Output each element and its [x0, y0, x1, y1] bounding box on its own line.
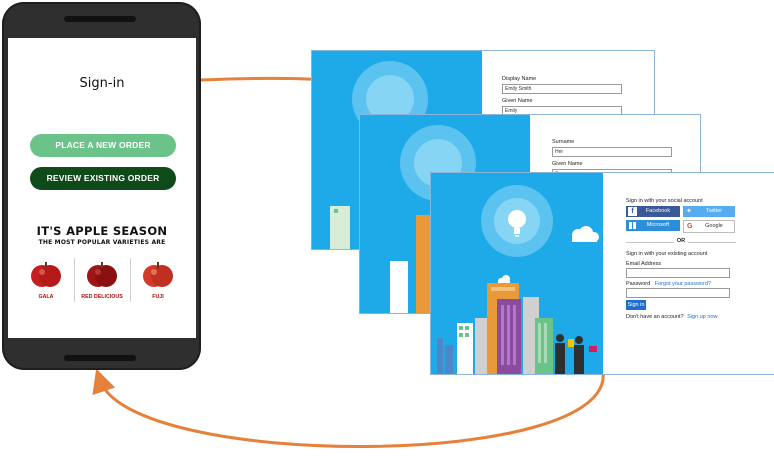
apple-label: RED DELICIOUS	[81, 294, 123, 300]
facebook-label: Facebook	[645, 208, 671, 214]
phone-device: Sign-in PLACE A NEW ORDER REVIEW EXISTIN…	[2, 2, 201, 370]
review-order-button[interactable]: REVIEW EXISTING ORDER	[30, 167, 176, 190]
twitter-icon: ✦	[686, 208, 692, 215]
arrow-back-to-app	[92, 368, 605, 449]
signin-button[interactable]: Sign in	[626, 300, 646, 310]
place-order-button[interactable]: PLACE A NEW ORDER	[30, 134, 176, 157]
phone-home-bar	[64, 355, 136, 361]
apple-icon	[87, 262, 117, 287]
microsoft-icon	[629, 222, 636, 229]
cloud-icon	[572, 226, 599, 242]
microsoft-label: Microsoft	[646, 222, 670, 228]
city-art	[437, 185, 599, 374]
facebook-icon: f	[628, 207, 637, 216]
apple-icon	[143, 262, 173, 287]
apple-label: FUJI	[152, 294, 164, 300]
surname-field[interactable]: Her	[552, 147, 672, 157]
display-name-field[interactable]: Emily Smith	[502, 84, 622, 94]
apple-item: FUJI	[130, 256, 186, 304]
signin-window: Sign in with your social account f Faceb…	[430, 172, 774, 375]
or-label: OR	[674, 238, 688, 246]
email-label: Email Address	[626, 261, 662, 267]
no-account-text: Don't have an account?	[626, 314, 684, 320]
signup-row: Don't have an account? Sign up now	[626, 314, 717, 320]
phone-screen: Sign-in PLACE A NEW ORDER REVIEW EXISTIN…	[8, 38, 196, 338]
city-illustration	[431, 173, 603, 374]
page-title: Sign-in	[79, 76, 125, 91]
apple-varieties: GALA RED DELICIOUS FUJI	[18, 256, 186, 304]
promo-headline: IT'S APPLE SEASON	[36, 224, 168, 238]
phone-speaker	[64, 16, 136, 22]
apple-item: GALA	[18, 256, 74, 304]
existing-heading: Sign in with your existing account	[626, 251, 708, 257]
field-label: Surname	[552, 139, 575, 145]
signin-panel: Sign in with your social account f Faceb…	[626, 198, 766, 320]
google-button[interactable]: G Google	[683, 220, 735, 233]
apple-label: GALA	[38, 294, 54, 300]
password-input[interactable]	[626, 288, 730, 298]
email-input[interactable]	[626, 268, 730, 278]
signup-link[interactable]: Sign up now	[687, 314, 717, 320]
password-row: Password Forgot your password?	[626, 281, 711, 287]
google-label: Google	[705, 223, 723, 229]
social-heading: Sign in with your social account	[626, 198, 703, 204]
twitter-button[interactable]: ✦ Twitter	[683, 206, 735, 217]
apple-item: RED DELICIOUS	[74, 256, 130, 304]
password-label: Password	[626, 281, 651, 287]
facebook-button[interactable]: f Facebook	[626, 206, 680, 217]
field-label: Given Name	[502, 98, 533, 104]
field-label: Display Name	[502, 76, 537, 82]
twitter-label: Twitter	[705, 208, 723, 214]
google-icon: G	[687, 223, 693, 230]
apple-icon	[31, 262, 61, 287]
field-label: Given Name	[552, 161, 583, 167]
back-fields: Display Name Emily Smith Given Name Emil…	[502, 76, 632, 116]
promo-subline: THE MOST POPULAR VARIETIES ARE	[38, 239, 166, 246]
microsoft-button[interactable]: Microsoft	[626, 220, 680, 231]
forgot-password-link[interactable]: Forgot your password?	[655, 281, 711, 287]
